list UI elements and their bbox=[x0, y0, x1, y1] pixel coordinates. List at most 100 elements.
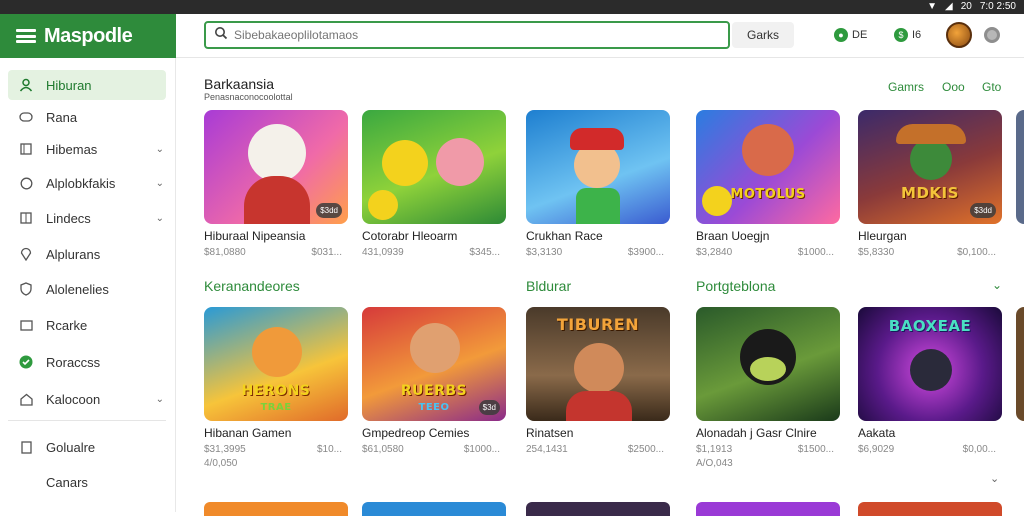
sidebar-item-hibemas[interactable]: Hibemas ⌄ bbox=[8, 134, 166, 164]
game-card-peek[interactable] bbox=[362, 502, 506, 516]
game-thumbnail[interactable]: BAOXEAE bbox=[858, 307, 1002, 421]
sidebar-item-rcarke[interactable]: Rcarke bbox=[8, 310, 166, 340]
battery-level: 20 bbox=[960, 1, 972, 12]
top-action-2[interactable]: $ I6 bbox=[894, 28, 921, 42]
game-title[interactable]: Hiburaal Nipeansia bbox=[204, 229, 348, 243]
game-thumbnail[interactable] bbox=[1016, 110, 1024, 224]
game-extra: 4/0,050 bbox=[204, 458, 238, 469]
game-title[interactable]: Hibanan Gamen bbox=[204, 426, 348, 440]
sidebar: Hiburan Rana Hibemas ⌄ Alplobkfakis ⌄ Li… bbox=[0, 58, 176, 512]
grid-icon bbox=[18, 141, 34, 157]
category-title[interactable]: Portgteblona bbox=[696, 278, 775, 294]
game-count: $345... bbox=[469, 247, 500, 258]
game-price: $1,1913 bbox=[696, 444, 733, 455]
top-action-1[interactable]: ● DE bbox=[834, 28, 867, 42]
game-card[interactable]: HERONS TRAE Hibanan Gamen $31,3995 $10...… bbox=[204, 307, 348, 469]
search-input[interactable] bbox=[234, 28, 714, 42]
game-card[interactable]: $3dd Hiburaal Nipeansia $81,0880 $031... bbox=[204, 110, 348, 258]
game-count: $1000... bbox=[463, 444, 500, 455]
game-count: $2500... bbox=[627, 444, 664, 455]
game-count: $1000... bbox=[797, 247, 834, 258]
filter-tab-games[interactable]: Gamrs bbox=[888, 80, 924, 94]
game-thumbnail[interactable] bbox=[526, 110, 670, 224]
game-title[interactable]: Cotorabr Hleoarm bbox=[362, 229, 506, 243]
game-title[interactable]: Braan Uoegjn bbox=[696, 229, 840, 243]
game-thumbnail[interactable]: RUERBS TEEO $3d bbox=[362, 307, 506, 421]
game-count: $3900... bbox=[627, 247, 664, 258]
sidebar-item-canars[interactable]: Canars bbox=[8, 467, 166, 497]
category-title[interactable]: Bldurar bbox=[526, 278, 571, 294]
game-logo-art: BAOXEAE bbox=[888, 317, 972, 335]
game-logo-art: TIBUREN bbox=[556, 315, 640, 334]
game-card[interactable]: BAOXEAE Aakata $6,9029 $0,00... bbox=[858, 307, 1002, 455]
sidebar-item-golualre[interactable]: Golualre bbox=[8, 432, 166, 462]
game-thumbnail[interactable]: MOTOLUS bbox=[696, 110, 840, 224]
game-card-peek[interactable] bbox=[696, 502, 840, 516]
filter-tab-2[interactable]: Ooo bbox=[942, 80, 965, 94]
game-card-partial[interactable] bbox=[1016, 110, 1024, 224]
game-title[interactable]: Rinatsen bbox=[526, 426, 670, 440]
game-title[interactable]: Gmpedreop Cemies bbox=[362, 426, 506, 440]
game-thumbnail[interactable] bbox=[362, 110, 506, 224]
wifi-icon: ▼ bbox=[927, 1, 938, 12]
home-icon bbox=[18, 391, 34, 407]
game-thumbnail[interactable]: HERONS TRAE bbox=[204, 307, 348, 421]
clock: 7:0 2:50 bbox=[979, 1, 1016, 12]
game-thumbnail[interactable]: $3dd bbox=[204, 110, 348, 224]
sidebar-item-alplurans[interactable]: Alplurans bbox=[8, 239, 166, 269]
notifications-button[interactable]: I6 bbox=[984, 27, 1000, 43]
game-title[interactable]: Aakata bbox=[858, 426, 1002, 440]
gamepad-icon: ● bbox=[834, 28, 848, 42]
game-count: $0,00... bbox=[962, 444, 996, 455]
system-status-bar: ▼ ◢ 20 7:0 2:50 bbox=[0, 0, 1024, 14]
game-price: $6,9029 bbox=[858, 444, 895, 455]
game-price: $31,3995 bbox=[204, 444, 246, 455]
controller-icon bbox=[18, 109, 34, 125]
game-card[interactable]: RUERBS TEEO $3d Gmpedreop Cemies $61,058… bbox=[362, 307, 506, 455]
game-card[interactable]: MDKIS $3dd Hleurgan $5,8330 $0,100... bbox=[858, 110, 1002, 258]
filter-tab-3[interactable]: Gto bbox=[982, 80, 1001, 94]
avatar[interactable] bbox=[946, 22, 972, 48]
menu-icon[interactable] bbox=[16, 29, 36, 43]
game-card[interactable]: MOTOLUS Braan Uoegjn $3,2840 $1000... bbox=[696, 110, 840, 258]
chevron-down-icon[interactable]: ⌄ bbox=[992, 278, 1002, 292]
game-price: 431,0939 bbox=[362, 247, 404, 258]
game-logo-art: MOTOLUS bbox=[730, 187, 806, 202]
sidebar-item-rana[interactable]: Rana bbox=[8, 102, 166, 132]
pin-icon bbox=[18, 246, 34, 262]
app-logo[interactable]: Maspodle bbox=[44, 25, 133, 48]
sidebar-item-hiburan[interactable]: Hiburan bbox=[8, 70, 166, 100]
game-card-peek[interactable] bbox=[204, 502, 348, 516]
game-card-partial[interactable] bbox=[1016, 307, 1024, 421]
game-card[interactable]: TIBUREN Rinatsen 254,1431 $2500... bbox=[526, 307, 670, 455]
chevron-down-icon[interactable]: ⌄ bbox=[990, 472, 999, 485]
sidebar-item-alolenelies[interactable]: Alolenelies bbox=[8, 274, 166, 304]
game-thumbnail[interactable] bbox=[1016, 307, 1024, 421]
game-price: $3,3130 bbox=[526, 247, 563, 258]
sidebar-item-roraccss[interactable]: Roraccss bbox=[8, 347, 166, 377]
category-title[interactable]: Keranandeores bbox=[204, 278, 300, 294]
game-thumbnail[interactable]: TIBUREN bbox=[526, 307, 670, 421]
game-title[interactable]: Alonadah j Gasr Clnire bbox=[696, 426, 840, 440]
game-card[interactable]: Cotorabr Hleoarm 431,0939 $345... bbox=[362, 110, 506, 258]
section-title: Barkaansia bbox=[204, 76, 275, 92]
shield-icon bbox=[18, 281, 34, 297]
sidebar-item-lindecs[interactable]: Lindecs ⌄ bbox=[8, 203, 166, 233]
game-card-peek[interactable] bbox=[526, 502, 670, 516]
game-price: $81,0880 bbox=[204, 247, 246, 258]
game-title[interactable]: Hleurgan bbox=[858, 229, 1002, 243]
signal-icon: ◢ bbox=[945, 1, 953, 12]
game-thumbnail[interactable]: MDKIS $3dd bbox=[858, 110, 1002, 224]
game-title[interactable]: Crukhan Race bbox=[526, 229, 670, 243]
chevron-down-icon: ⌄ bbox=[155, 143, 164, 155]
game-card[interactable]: Crukhan Race $3,3130 $3900... bbox=[526, 110, 670, 258]
search-button[interactable]: Garks bbox=[732, 22, 794, 48]
sidebar-item-alplobkfakis[interactable]: Alplobkfakis ⌄ bbox=[8, 168, 166, 198]
sidebar-item-kalocoon[interactable]: Kalocoon ⌄ bbox=[8, 384, 166, 414]
game-card[interactable]: Alonadah j Gasr Clnire $1,1913 $1500... A… bbox=[696, 307, 840, 469]
game-thumbnail[interactable] bbox=[696, 307, 840, 421]
game-card-peek[interactable] bbox=[858, 502, 1002, 516]
brand-bar: Maspodle bbox=[0, 14, 176, 58]
search-box[interactable] bbox=[204, 21, 730, 49]
section-subtitle: Penasnaconocoolottal bbox=[204, 92, 293, 102]
